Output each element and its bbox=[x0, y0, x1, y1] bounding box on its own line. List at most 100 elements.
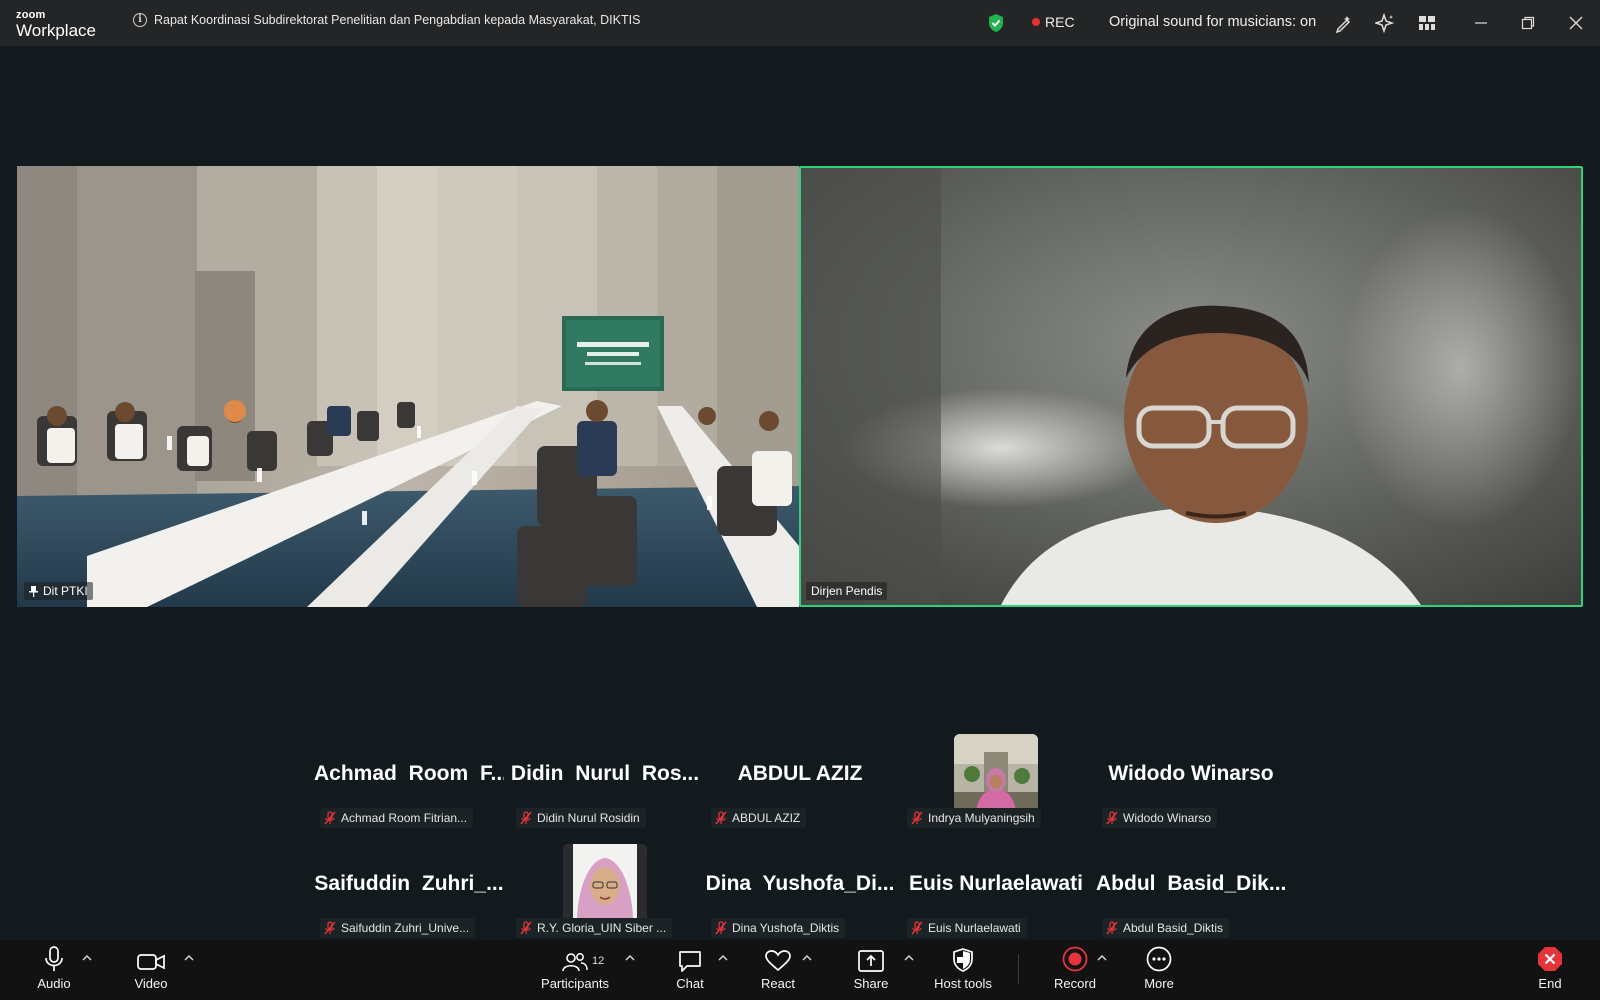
video-button[interactable]: Video bbox=[130, 940, 172, 1000]
meeting-toolbar: Audio Video Participants 12 Chat React S… bbox=[0, 940, 1600, 1000]
restore-icon[interactable] bbox=[1517, 12, 1539, 34]
video-tile-dirjen-pendis[interactable]: Dirjen Pendis bbox=[799, 166, 1583, 607]
record-label: Record bbox=[1054, 976, 1096, 991]
share-screen-icon bbox=[858, 940, 884, 974]
participant-name-tag: Didin Nurul Rosidin bbox=[516, 808, 646, 828]
participant-name-tag: Euis Nurlaelawati bbox=[907, 918, 1027, 938]
video-label: Dirjen Pendis bbox=[806, 582, 888, 600]
participants-count: 12 bbox=[592, 955, 605, 967]
meeting-info[interactable]: i Rapat Koordinasi Subdirektorat Penelit… bbox=[133, 13, 640, 27]
host-tools-button[interactable]: Host tools bbox=[930, 940, 996, 1000]
mic-muted-icon bbox=[1106, 921, 1118, 935]
conference-room-video bbox=[17, 166, 799, 607]
participant-name: ABDUL AZIZ bbox=[732, 811, 801, 825]
participant-tile[interactable]: ABDUL AZIZ ABDUL AZIZ bbox=[705, 762, 895, 862]
participant-name: Indrya Mulyaningsih bbox=[928, 811, 1035, 825]
more-label: More bbox=[1144, 976, 1174, 991]
participant-display-name: Euis Nurlaelawati bbox=[909, 872, 1083, 895]
rec-label: REC bbox=[1045, 14, 1075, 30]
toolbar-divider bbox=[1018, 954, 1019, 984]
logo-brand: zoom bbox=[16, 9, 46, 21]
participant-tile[interactable]: Achmad Room F... Achmad Room Fitrian... bbox=[314, 762, 504, 862]
participant-name: Abdul Basid_Diktis bbox=[1123, 921, 1224, 935]
record-icon bbox=[1062, 940, 1088, 974]
end-call-icon bbox=[1537, 940, 1563, 974]
participant-name: Dina Yushofa_Diktis bbox=[732, 921, 840, 935]
participant-display-name: Widodo Winarso bbox=[1108, 762, 1274, 785]
speaker-video bbox=[801, 168, 1581, 605]
participant-name-tag: Abdul Basid_Diktis bbox=[1102, 918, 1230, 938]
chat-options-caret-icon[interactable] bbox=[718, 954, 730, 964]
participant-tile[interactable]: Indrya Mulyaningsih bbox=[901, 734, 1091, 834]
participants-icon bbox=[562, 940, 588, 974]
audio-button[interactable]: Audio bbox=[34, 940, 74, 1000]
end-meeting-button[interactable]: End bbox=[1530, 940, 1570, 1000]
mic-muted-icon bbox=[324, 811, 336, 825]
minimize-icon[interactable] bbox=[1470, 12, 1492, 34]
participant-display-name: Abdul Basid_Dik... bbox=[1096, 872, 1286, 895]
more-button[interactable]: More bbox=[1137, 940, 1181, 1000]
chat-label: Chat bbox=[676, 976, 704, 991]
grid-view-icon[interactable] bbox=[1416, 12, 1438, 34]
record-options-caret-icon[interactable] bbox=[1097, 954, 1109, 964]
video-options-caret-icon[interactable] bbox=[184, 954, 196, 964]
pin-icon bbox=[29, 585, 38, 597]
participant-name-tag: R.Y. Gloria_UIN Siber ... bbox=[516, 918, 673, 938]
recording-indicator[interactable]: REC bbox=[1032, 14, 1075, 30]
shield-check-icon[interactable] bbox=[987, 13, 1005, 33]
zoom-logo: zoom Workplace bbox=[16, 9, 96, 40]
video-label: Video bbox=[134, 976, 168, 991]
mic-muted-icon bbox=[520, 811, 532, 825]
microphone-icon bbox=[44, 940, 64, 974]
original-sound-status[interactable]: Original sound for musicians: on bbox=[1109, 14, 1316, 30]
participant-name: Dit PTKI bbox=[43, 584, 88, 598]
participant-name: Didin Nurul Rosidin bbox=[537, 811, 640, 825]
participant-video-thumbnail bbox=[563, 844, 647, 922]
share-label: Share bbox=[853, 976, 889, 991]
participant-tile[interactable]: R.Y. Gloria_UIN Siber ... bbox=[510, 844, 700, 944]
share-options-caret-icon[interactable] bbox=[904, 954, 916, 964]
heart-icon bbox=[765, 940, 791, 974]
close-icon[interactable] bbox=[1565, 12, 1587, 34]
participant-name: R.Y. Gloria_UIN Siber ... bbox=[537, 921, 667, 935]
react-options-caret-icon[interactable] bbox=[802, 954, 814, 964]
mic-muted-icon bbox=[324, 921, 336, 935]
participant-display-name: Didin Nurul Ros... bbox=[510, 762, 700, 785]
participant-video-thumbnail bbox=[954, 734, 1038, 812]
sparkle-icon[interactable] bbox=[1374, 12, 1396, 34]
video-label: Dit PTKI bbox=[24, 582, 93, 600]
chat-bubble-icon bbox=[678, 940, 702, 974]
participant-name-tag: Widodo Winarso bbox=[1102, 808, 1218, 828]
participant-display-name: Achmad Room F... bbox=[314, 762, 504, 785]
participant-display-name: Saifuddin Zuhri_... bbox=[314, 872, 504, 895]
participants-button[interactable]: Participants bbox=[540, 940, 610, 1000]
chat-button[interactable]: Chat bbox=[670, 940, 710, 1000]
mic-muted-icon bbox=[911, 921, 923, 935]
video-tile-dit-ptki[interactable]: Dit PTKI bbox=[17, 166, 799, 607]
mic-muted-icon bbox=[520, 921, 532, 935]
mic-muted-icon bbox=[715, 921, 727, 935]
share-button[interactable]: Share bbox=[850, 940, 892, 1000]
more-dots-icon bbox=[1146, 940, 1172, 974]
host-tools-label: Host tools bbox=[934, 976, 992, 991]
participant-name: Saifuddin Zuhri_Unive... bbox=[341, 921, 470, 935]
magic-pen-icon[interactable] bbox=[1333, 12, 1355, 34]
react-button[interactable]: React bbox=[757, 940, 799, 1000]
mic-muted-icon bbox=[1106, 811, 1118, 825]
participant-name: Widodo Winarso bbox=[1123, 811, 1212, 825]
participant-name: Dirjen Pendis bbox=[811, 584, 883, 598]
participant-tile[interactable]: Widodo Winarso Widodo Winarso bbox=[1096, 762, 1286, 862]
info-icon[interactable]: i bbox=[133, 13, 147, 27]
host-shield-icon bbox=[952, 940, 974, 974]
participant-name-tag: ABDUL AZIZ bbox=[711, 808, 807, 828]
end-label: End bbox=[1538, 976, 1562, 991]
participants-options-caret-icon[interactable] bbox=[625, 954, 637, 964]
rec-dot-icon bbox=[1032, 18, 1040, 26]
video-camera-icon bbox=[137, 940, 165, 974]
record-button[interactable]: Record bbox=[1052, 940, 1098, 1000]
participant-name-tag: Achmad Room Fitrian... bbox=[320, 808, 474, 828]
participant-display-name: ABDUL AZIZ bbox=[737, 762, 863, 785]
audio-options-caret-icon[interactable] bbox=[82, 954, 94, 964]
participant-name-tag: Dina Yushofa_Diktis bbox=[711, 918, 846, 938]
participant-name-tag: Indrya Mulyaningsih bbox=[907, 808, 1041, 828]
